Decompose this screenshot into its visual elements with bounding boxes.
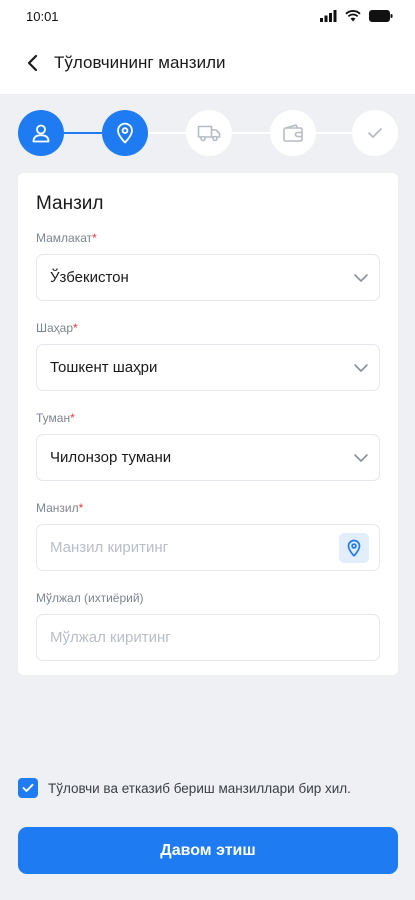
check-icon (368, 128, 382, 138)
page-title: Тўловчининг манзили (54, 53, 226, 72)
required-mark: * (70, 411, 75, 425)
battery-icon (369, 10, 393, 22)
step-payment[interactable] (270, 110, 316, 156)
wifi-icon (345, 10, 361, 22)
city-select[interactable]: Тошкент шаҳри (36, 344, 380, 391)
stepper-line-2 (148, 132, 186, 134)
checkout-stepper (18, 110, 398, 156)
app-header: Тўловчининг манзили (0, 32, 415, 94)
address-label: Манзил* (36, 501, 84, 515)
address-field (36, 524, 380, 571)
step-confirm[interactable] (352, 110, 398, 156)
signal-icon (320, 10, 337, 22)
continue-button[interactable]: Давом этиш (18, 827, 398, 874)
step-delivery[interactable] (186, 110, 232, 156)
city-label: Шаҳар* (36, 321, 78, 335)
stepper-line-4 (316, 132, 352, 134)
district-label: Туман* (36, 411, 75, 425)
checkmark-icon (22, 783, 34, 792)
city-value: Тошкент шаҳри (50, 359, 158, 376)
stepper-line-3 (232, 132, 270, 134)
required-mark: * (78, 501, 84, 515)
same-address-label: Тўловчи ва етказиб бериш манзиллари бир … (48, 780, 351, 796)
district-select[interactable]: Чилонзор тумани (36, 434, 380, 481)
location-pin-icon (347, 539, 361, 557)
chevron-down-icon (354, 273, 368, 282)
status-time: 10:01 (26, 8, 59, 24)
user-icon (32, 124, 50, 143)
country-label: Мамлакат* (36, 231, 97, 245)
chevron-left-icon (27, 54, 38, 72)
required-mark: * (92, 231, 97, 245)
step-payer[interactable] (18, 110, 64, 156)
stepper-line-1 (64, 132, 102, 134)
country-select[interactable]: Ўзбекистон (36, 254, 380, 301)
form-title: Манзил (36, 193, 104, 214)
wallet-icon (283, 124, 303, 142)
status-bar: 10:01 (0, 0, 415, 32)
landmark-field (36, 614, 380, 661)
landmark-input[interactable] (50, 629, 310, 646)
address-input[interactable] (50, 539, 310, 556)
country-value: Ўзбекистон (50, 269, 129, 286)
chevron-down-icon (354, 453, 368, 462)
location-pin-icon (117, 122, 133, 144)
status-icons (320, 10, 393, 22)
landmark-label: Мўлжал (ихтиёрий) (36, 591, 144, 605)
chevron-down-icon (354, 363, 368, 372)
same-address-checkbox-row[interactable]: Тўловчи ва етказиб бериш манзиллари бир … (18, 778, 403, 798)
required-mark: * (73, 321, 78, 335)
same-address-checkbox[interactable] (18, 778, 38, 798)
truck-icon (197, 125, 221, 142)
pick-location-button[interactable] (339, 532, 369, 563)
step-address[interactable] (102, 110, 148, 156)
address-form-card: Манзил Мамлакат* Ўзбекистон Шаҳар* Тошке… (18, 173, 398, 675)
back-button[interactable] (20, 51, 44, 75)
district-value: Чилонзор тумани (50, 449, 172, 466)
